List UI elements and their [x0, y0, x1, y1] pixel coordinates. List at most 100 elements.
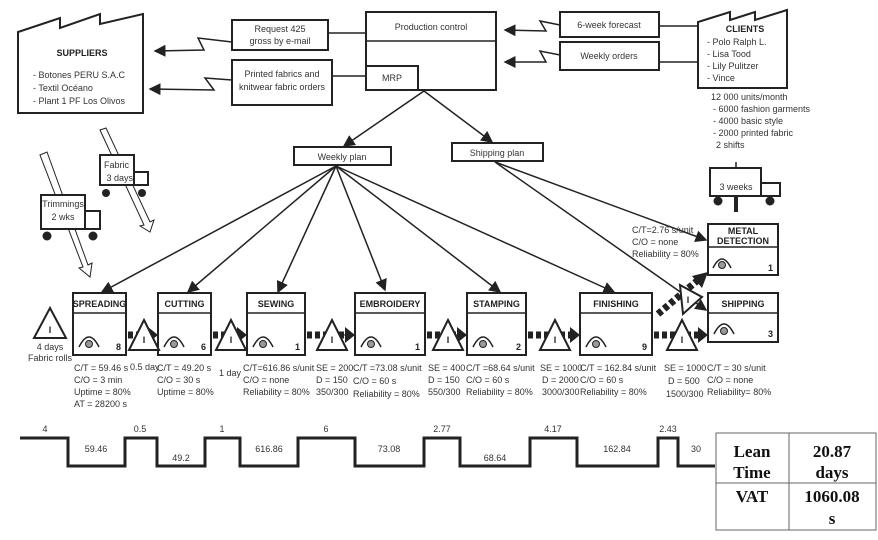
- operator-icon: [170, 340, 178, 348]
- svg-text:D = 2000: D = 2000: [542, 375, 579, 385]
- svg-text:Reliability= 80%: Reliability= 80%: [707, 387, 771, 397]
- suppliers-title: SUPPLIERS: [56, 48, 107, 58]
- wait-time-label: 6: [323, 424, 328, 434]
- weekly-plan-box: Weekly plan: [293, 146, 392, 166]
- svg-text:C/O = 3 min: C/O = 3 min: [74, 375, 122, 385]
- svg-text:D = 150: D = 150: [316, 375, 348, 385]
- fabric-truck: Fabric 3 days: [99, 154, 149, 197]
- svg-text:550/300: 550/300: [428, 387, 461, 397]
- operator-icon: [367, 340, 375, 348]
- svg-text:Reliability = 80%: Reliability = 80%: [466, 387, 533, 397]
- process-title: EMBROIDERY: [360, 299, 421, 309]
- shipping-plan-box: Shipping plan: [451, 142, 544, 162]
- svg-text:C/T=616.86 s/unit: C/T=616.86 s/unit: [243, 363, 315, 373]
- lean-time-label: Lean: [734, 442, 771, 461]
- svg-text:Printed fabrics and: Printed fabrics and: [244, 69, 319, 79]
- svg-text:2 wks: 2 wks: [51, 212, 75, 222]
- process-title: FINISHING: [593, 299, 639, 309]
- svg-text:- 6000 fashion garments: - 6000 fashion garments: [713, 104, 811, 114]
- svg-text:CLIENTS: CLIENTS: [726, 24, 765, 34]
- svg-text:350/300: 350/300: [316, 387, 349, 397]
- supplier-item: - Textil Océano: [33, 83, 93, 93]
- svg-text:Fabric: Fabric: [104, 160, 130, 170]
- electronic-info-arrow: [153, 37, 233, 57]
- svg-text:I: I: [687, 295, 690, 305]
- process-embroidery: EMBROIDERY 1: [354, 292, 426, 356]
- wait-time-label: 2.77: [433, 424, 451, 434]
- process-stamping: STAMPING 2: [466, 292, 527, 356]
- operator-icon: [720, 327, 728, 335]
- svg-text:2 shifts: 2 shifts: [716, 140, 745, 150]
- svg-text:knitwear fabric orders: knitwear fabric orders: [239, 82, 326, 92]
- svg-text:Shipping plan: Shipping plan: [470, 148, 525, 158]
- svg-text:- Vince: - Vince: [707, 73, 735, 83]
- process-sewing: SEWING 1: [246, 292, 306, 356]
- svg-text:gross by e-mail: gross by e-mail: [249, 36, 310, 46]
- svg-text:C/O = 30 s: C/O = 30 s: [157, 375, 201, 385]
- process-title: SHIPPING: [721, 299, 764, 309]
- svg-text:C/T =68.64 s/unit: C/T =68.64 s/unit: [466, 363, 535, 373]
- operator-icon: [592, 340, 600, 348]
- svg-text:SE = 200: SE = 200: [316, 363, 353, 373]
- forecast-box: 6-week forecast: [559, 11, 660, 38]
- svg-text:Reliability = 80%: Reliability = 80%: [632, 249, 699, 259]
- svg-text:D = 500: D = 500: [668, 376, 700, 386]
- svg-text:1: 1: [768, 263, 773, 273]
- clients-factory: CLIENTS - Polo Ralph L. - Lisa Tood - Li…: [697, 8, 788, 89]
- svg-text:D = 150: D = 150: [428, 375, 460, 385]
- svg-text:12 000 units/month: 12 000 units/month: [711, 92, 788, 102]
- operator-count: 3: [768, 329, 773, 339]
- wait-time-label: 4: [42, 424, 47, 434]
- svg-text:C/O = 60 s: C/O = 60 s: [466, 375, 510, 385]
- metal-detection-process: METAL DETECTION 1: [707, 223, 779, 276]
- svg-text:C/O = none: C/O = none: [707, 375, 753, 385]
- process-time-label: 68.64: [484, 453, 507, 463]
- svg-text:C/T = 49.20 s: C/T = 49.20 s: [157, 363, 212, 373]
- operator-count: 6: [201, 342, 206, 352]
- svg-text:SE = 400: SE = 400: [428, 363, 465, 373]
- svg-text:1 day: 1 day: [219, 368, 242, 378]
- svg-text:Reliability = 80%: Reliability = 80%: [580, 387, 647, 397]
- process-time-label: 73.08: [378, 444, 401, 454]
- operator-count: 2: [516, 342, 521, 352]
- process-time-label: 49.2: [172, 453, 190, 463]
- operator-count: 1: [295, 342, 300, 352]
- operator-icon: [259, 340, 267, 348]
- process-time-label: 59.46: [85, 444, 108, 454]
- svg-text:4 days: 4 days: [37, 342, 64, 352]
- weekly-orders-box: Weekly orders: [559, 41, 660, 71]
- process-cutting: CUTTING 6: [157, 292, 212, 356]
- svg-text:C/T = 59.46 s: C/T = 59.46 s: [74, 363, 129, 373]
- svg-text:I: I: [49, 325, 52, 335]
- operator-count: 9: [642, 342, 647, 352]
- svg-text:Uptime = 80%: Uptime = 80%: [157, 387, 214, 397]
- value-stream-map: SUPPLIERS - Botones PERU S.A.C - Textil …: [0, 0, 878, 540]
- operator-icon: [479, 340, 487, 348]
- svg-text:Fabric rolls: Fabric rolls: [28, 353, 73, 363]
- process-spreading: SPREADING 8: [72, 292, 127, 356]
- svg-text:- Polo Ralph L.: - Polo Ralph L.: [707, 37, 767, 47]
- client-demand: 12 000 units/month - 6000 fashion garmen…: [711, 92, 811, 150]
- process-shipping: SHIPPING 3: [707, 292, 779, 343]
- svg-text:C/T = 162.84 s/unit: C/T = 162.84 s/unit: [580, 363, 657, 373]
- svg-text:Reliability = 80%: Reliability = 80%: [353, 389, 420, 399]
- svg-text:Production control: Production control: [395, 22, 468, 32]
- svg-text:I: I: [331, 335, 334, 345]
- svg-text:days: days: [815, 463, 848, 482]
- svg-text:C/O = none: C/O = none: [632, 237, 678, 247]
- svg-text:6-week forecast: 6-week forecast: [577, 20, 641, 30]
- svg-text:I: I: [143, 335, 146, 345]
- svg-text:- Lily Pulitzer: - Lily Pulitzer: [707, 61, 759, 71]
- vat-value: 1060.08: [804, 487, 859, 506]
- svg-text:METAL: METAL: [728, 226, 759, 236]
- process-time-label: 30: [691, 444, 701, 454]
- svg-text:I: I: [681, 335, 684, 345]
- svg-text:- 4000 basic style: - 4000 basic style: [713, 116, 783, 126]
- svg-text:0.5 day: 0.5 day: [130, 362, 160, 372]
- svg-text:I: I: [230, 335, 233, 345]
- inventory-fabric-rolls: I 4 days Fabric rolls: [28, 305, 73, 363]
- svg-text:DETECTION: DETECTION: [717, 236, 769, 246]
- vat-label: VAT: [736, 487, 769, 506]
- process-time-label: 162.84: [603, 444, 631, 454]
- svg-text:C/T=2.76 s/unit: C/T=2.76 s/unit: [632, 225, 694, 235]
